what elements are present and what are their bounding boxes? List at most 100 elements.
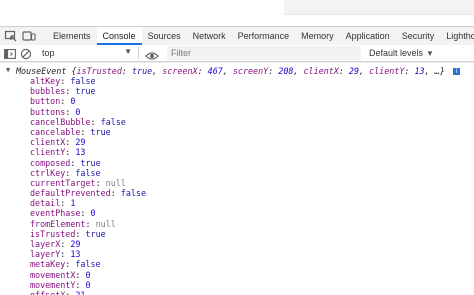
property-value: false bbox=[75, 167, 101, 178]
property-row[interactable]: layerY: 13 bbox=[30, 249, 146, 259]
property-key: metaKey bbox=[30, 259, 66, 270]
property-key: offsetX bbox=[30, 289, 66, 295]
property-colon: : bbox=[60, 76, 71, 86]
preview-value: 208 bbox=[278, 66, 294, 76]
property-row[interactable]: metaKey: false bbox=[30, 259, 146, 269]
property-key: fromElement bbox=[30, 218, 86, 229]
property-key: clientY bbox=[30, 147, 66, 158]
property-key: ctrlKey bbox=[30, 167, 66, 178]
info-icon[interactable]: i bbox=[452, 68, 460, 75]
property-row[interactable]: clientY: 13 bbox=[30, 147, 146, 157]
property-value: false bbox=[120, 188, 146, 199]
property-row[interactable]: eventPhase: 0 bbox=[30, 208, 146, 218]
preview-key: isTrusted bbox=[76, 66, 122, 76]
property-key: buttons bbox=[30, 106, 66, 117]
property-colon: : bbox=[80, 208, 91, 219]
property-colon: : bbox=[70, 157, 81, 168]
property-row[interactable]: isTrusted: true bbox=[30, 229, 146, 239]
property-row[interactable]: defaultPrevented: false bbox=[30, 188, 146, 198]
property-value: false bbox=[70, 76, 96, 86]
tab-lighthouse[interactable]: Lighthouse bbox=[440, 27, 474, 45]
property-row[interactable]: fromElement: null bbox=[30, 219, 146, 229]
property-colon: : bbox=[75, 279, 86, 290]
preview-separator: , bbox=[222, 66, 233, 76]
property-value: true bbox=[85, 228, 106, 239]
property-colon: : bbox=[65, 289, 76, 295]
tab-performance[interactable]: Performance bbox=[232, 27, 296, 45]
log-levels-dropdown[interactable]: Default levels ▼ bbox=[369, 48, 434, 58]
property-value: true bbox=[75, 86, 96, 97]
property-value: 29 bbox=[75, 137, 86, 148]
property-row[interactable]: cancelable: true bbox=[30, 127, 146, 137]
tab-elements[interactable]: Elements bbox=[47, 27, 97, 45]
property-row[interactable]: bubbles: true bbox=[30, 86, 146, 96]
property-value: 13 bbox=[75, 147, 86, 158]
property-value: 0 bbox=[85, 279, 91, 290]
preview-value: 13 bbox=[414, 66, 425, 76]
property-colon: : bbox=[65, 259, 76, 270]
property-row[interactable]: cancelBubble: false bbox=[30, 117, 146, 127]
property-key: eventPhase bbox=[30, 208, 81, 219]
clear-console-icon[interactable] bbox=[20, 47, 32, 60]
property-key: isTrusted bbox=[30, 228, 76, 239]
property-colon: : bbox=[75, 269, 86, 280]
console-output: ▼ MouseEvent {isTrusted: true, screenX: … bbox=[0, 62, 474, 295]
preview-colon: : bbox=[404, 66, 415, 76]
property-value: true bbox=[90, 126, 111, 137]
property-value: 13 bbox=[70, 249, 81, 260]
property-row[interactable]: movementY: 0 bbox=[30, 280, 146, 290]
preview-key: clientX bbox=[303, 66, 339, 76]
property-key: defaultPrevented bbox=[30, 188, 111, 199]
tab-sources[interactable]: Sources bbox=[142, 27, 187, 45]
tab-network[interactable]: Network bbox=[187, 27, 232, 45]
property-row[interactable]: ctrlKey: false bbox=[30, 168, 146, 178]
property-key: button bbox=[30, 96, 61, 107]
console-sidebar-icon[interactable] bbox=[4, 47, 16, 59]
property-value: null bbox=[95, 218, 116, 229]
property-row[interactable]: currentTarget: null bbox=[30, 178, 146, 188]
eye-icon[interactable] bbox=[145, 48, 159, 60]
property-row[interactable]: layerX: 29 bbox=[30, 239, 146, 249]
filter-input[interactable] bbox=[167, 46, 361, 60]
object-summary[interactable]: ▼ MouseEvent {isTrusted: true, screenX: … bbox=[6, 66, 460, 76]
property-value: 29 bbox=[70, 239, 81, 249]
preview-value: 29 bbox=[348, 66, 359, 76]
context-selector[interactable]: top ▼ bbox=[42, 45, 132, 61]
property-row[interactable]: buttons: 0 bbox=[30, 107, 146, 117]
property-key: layerY bbox=[30, 249, 61, 260]
preview-value: 467 bbox=[207, 66, 223, 76]
property-row[interactable]: movementX: 0 bbox=[30, 270, 146, 280]
inspect-element-icon[interactable] bbox=[4, 29, 18, 43]
property-key: layerX bbox=[30, 239, 61, 249]
property-colon: : bbox=[60, 198, 71, 209]
property-colon: : bbox=[60, 96, 71, 107]
property-value: 0 bbox=[75, 106, 81, 117]
tab-application[interactable]: Application bbox=[340, 27, 396, 45]
property-row[interactable]: clientX: 29 bbox=[30, 137, 146, 147]
tab-console[interactable]: Console bbox=[96, 27, 142, 45]
preview-key: clientY bbox=[369, 66, 405, 76]
property-row[interactable]: altKey: false bbox=[30, 76, 146, 86]
preview-colon: : bbox=[197, 66, 208, 76]
property-row[interactable]: button: 0 bbox=[30, 96, 146, 106]
property-value: false bbox=[100, 116, 126, 127]
tab-memory[interactable]: Memory bbox=[295, 27, 340, 45]
expand-triangle-icon[interactable]: ▼ bbox=[6, 66, 10, 74]
property-value: 0 bbox=[85, 269, 91, 280]
property-colon: : bbox=[75, 228, 86, 239]
device-toolbar-icon[interactable] bbox=[22, 29, 36, 43]
tab-security[interactable]: Security bbox=[396, 27, 441, 45]
property-value: false bbox=[75, 259, 101, 270]
property-key: bubbles bbox=[30, 86, 66, 97]
property-row[interactable]: composed: true bbox=[30, 158, 146, 168]
property-value: 1 bbox=[70, 198, 76, 209]
property-row[interactable]: detail: 1 bbox=[30, 198, 146, 208]
property-colon: : bbox=[60, 249, 71, 260]
property-colon: : bbox=[65, 86, 76, 97]
property-key: cancelable bbox=[30, 126, 81, 137]
property-row[interactable]: offsetX: 21 bbox=[30, 290, 146, 295]
console-toolbar: top ▼ Default levels ▼ bbox=[0, 45, 474, 62]
preview-colon: : bbox=[121, 66, 132, 76]
context-selector-value: top bbox=[42, 48, 55, 58]
browser-top-strip bbox=[0, 0, 474, 26]
